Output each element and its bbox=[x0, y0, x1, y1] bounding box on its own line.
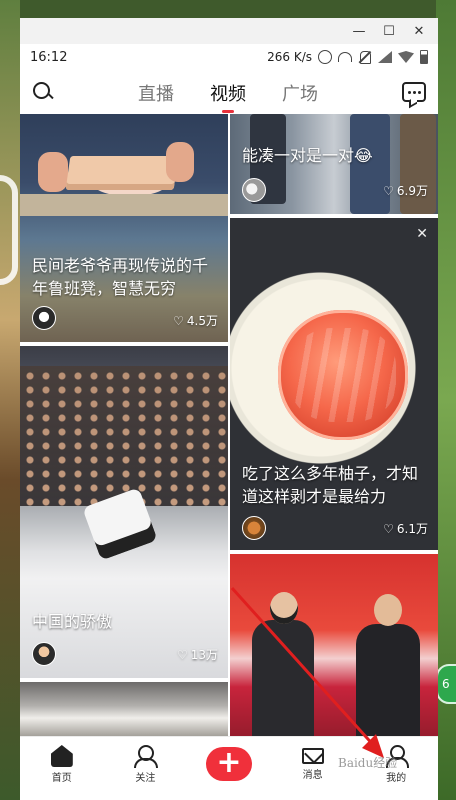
desktop-background-left bbox=[0, 0, 20, 800]
search-icon[interactable] bbox=[32, 81, 54, 103]
heart-icon: ♡ bbox=[383, 521, 394, 536]
mute-notification-icon bbox=[358, 50, 372, 64]
video-feed: 民间老爷爷再现传说的千年鲁班凳，智慧无穷 ♡ 4.5万 能凑一对是一对😂 ♡ 6… bbox=[20, 114, 438, 740]
maximize-button[interactable]: ☐ bbox=[376, 20, 402, 42]
tab-messages-label: 消息 bbox=[302, 770, 323, 781]
tab-follow[interactable]: 关注 bbox=[115, 745, 175, 784]
like-count: ♡ 4.5万 bbox=[173, 312, 218, 329]
wifi-icon bbox=[398, 51, 414, 63]
alarm-icon bbox=[318, 50, 332, 64]
video-card-luban-bench[interactable]: 民间老爷爷再现传说的千年鲁班凳，智慧无穷 ♡ 4.5万 bbox=[20, 114, 228, 342]
like-count-value: 4.5万 bbox=[186, 314, 218, 328]
like-count: ♡ 6.9万 bbox=[383, 182, 428, 199]
top-tabs: 直播 视频 广场 bbox=[138, 80, 318, 113]
tab-home[interactable]: 首页 bbox=[32, 745, 92, 784]
tab-home-label: 首页 bbox=[51, 773, 72, 784]
top-navbar: 直播 视频 广场 bbox=[20, 70, 438, 114]
tab-follow-label: 关注 bbox=[135, 773, 156, 784]
video-card-event[interactable] bbox=[20, 682, 228, 740]
status-bar: 16:12 266 K/s bbox=[20, 44, 438, 70]
video-caption: 吃了这么多年柚子，才知道这样剥才是最给力 bbox=[242, 464, 419, 506]
headset-icon bbox=[338, 52, 352, 62]
avatar[interactable] bbox=[242, 178, 266, 202]
heart-icon: ♡ bbox=[173, 313, 184, 328]
video-caption: 能凑一对是一对😂 bbox=[242, 146, 373, 165]
video-card-pair[interactable]: 能凑一对是一对😂 ♡ 6.9万 bbox=[230, 114, 438, 214]
tab-video[interactable]: 视频 bbox=[210, 80, 246, 113]
avatar[interactable] bbox=[242, 516, 266, 540]
tab-live[interactable]: 直播 bbox=[138, 80, 174, 106]
window-titlebar: — ☐ ✕ bbox=[20, 18, 438, 44]
tab-messages[interactable]: 消息 bbox=[283, 745, 343, 781]
tab-publish[interactable]: + bbox=[199, 745, 259, 781]
like-count: ♡ 13万 bbox=[177, 646, 218, 663]
minimize-button[interactable]: — bbox=[346, 20, 372, 42]
plus-icon[interactable]: + bbox=[205, 747, 252, 781]
like-count-value: 6.1万 bbox=[396, 522, 428, 536]
tab-me-label: 我的 bbox=[386, 773, 407, 784]
side-badge[interactable]: 6 bbox=[436, 664, 456, 704]
watermark: Baidu经验 bbox=[338, 756, 398, 770]
video-card-stage[interactable] bbox=[230, 554, 438, 740]
mail-icon bbox=[301, 748, 324, 764]
avatar[interactable] bbox=[32, 642, 56, 666]
follow-icon bbox=[134, 745, 159, 768]
network-speed: 266 K/s bbox=[267, 50, 312, 64]
background-ring-shape bbox=[0, 175, 18, 285]
status-icons: 266 K/s bbox=[267, 50, 428, 64]
bench-shape bbox=[65, 156, 179, 190]
close-icon[interactable]: ✕ bbox=[416, 226, 428, 242]
video-caption: 民间老爷爷再现传说的千年鲁班凳，智慧无穷 bbox=[32, 256, 209, 298]
battery-icon bbox=[420, 50, 428, 64]
like-count: ♡ 6.1万 bbox=[383, 520, 428, 537]
video-card-china-pride[interactable]: 中国的骄傲 ♡ 13万 bbox=[20, 346, 228, 678]
app-window: — ☐ ✕ 16:12 266 K/s 直播 视频 广场 民间老爷爷再现传说的千… bbox=[20, 18, 438, 800]
heart-icon: ♡ bbox=[383, 183, 394, 198]
close-window-button[interactable]: ✕ bbox=[406, 20, 432, 42]
heart-icon: ♡ bbox=[176, 647, 188, 662]
video-card-grapefruit[interactable]: ✕ 吃了这么多年柚子，才知道这样剥才是最给力 ♡ 6.1万 bbox=[230, 218, 438, 550]
like-count-value: 6.9万 bbox=[396, 184, 428, 198]
avatar[interactable] bbox=[32, 306, 56, 330]
message-bubble-icon[interactable] bbox=[402, 82, 426, 102]
tab-square[interactable]: 广场 bbox=[282, 80, 318, 106]
status-time: 16:12 bbox=[30, 49, 68, 65]
video-caption: 中国的骄傲 bbox=[32, 612, 113, 631]
like-count-value: 13万 bbox=[190, 648, 218, 662]
home-icon bbox=[50, 745, 73, 767]
signal-icon bbox=[378, 51, 392, 63]
